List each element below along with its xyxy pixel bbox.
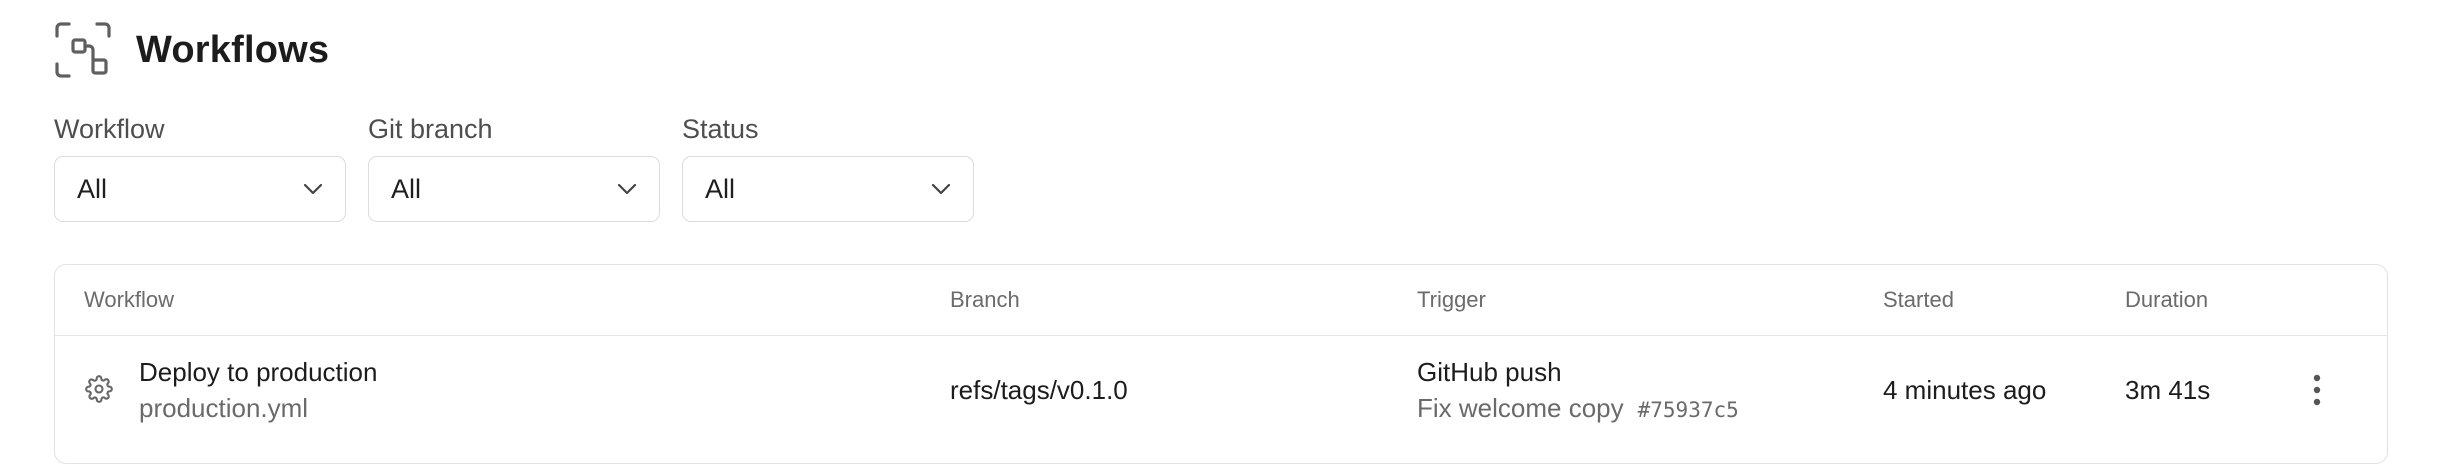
more-vertical-icon[interactable] xyxy=(2305,372,2329,408)
workflows-icon xyxy=(54,21,112,79)
workflow-name[interactable]: Deploy to production xyxy=(139,356,377,388)
status-filter-label: Status xyxy=(682,114,759,144)
status-select-value: All xyxy=(705,173,736,204)
chevron-down-icon xyxy=(617,183,637,195)
trigger-title: GitHub push xyxy=(1417,357,1562,387)
chevron-down-icon xyxy=(931,183,951,195)
gear-icon xyxy=(85,375,113,403)
column-header-branch: Branch xyxy=(950,287,1020,312)
run-duration: 3m 41s xyxy=(2125,375,2211,405)
column-header-workflow: Workflow xyxy=(84,287,175,312)
column-header-trigger: Trigger xyxy=(1417,287,1486,312)
workflow-select[interactable]: All xyxy=(54,156,346,222)
started-time: 4 minutes ago xyxy=(1883,375,2047,405)
branch-name: refs/tags/v0.1.0 xyxy=(950,375,1128,405)
git-branch-filter-label: Git branch xyxy=(368,114,493,144)
column-header-started: Started xyxy=(1883,287,1954,312)
trigger-details: Fix welcome copy #75937c5 xyxy=(1417,392,1739,426)
status-select[interactable]: All xyxy=(682,156,974,222)
commit-sha[interactable]: #75937c5 xyxy=(1638,398,1739,422)
commit-message: Fix welcome copy xyxy=(1417,393,1624,423)
workflow-filter: Workflow All xyxy=(54,112,346,222)
chevron-down-icon xyxy=(303,183,323,195)
git-branch-select-value: All xyxy=(391,173,422,204)
workflow-select-value: All xyxy=(77,173,108,204)
table-header: Workflow Branch Trigger Started Duration xyxy=(55,265,2387,336)
table-row[interactable]: Deploy to production production.yml refs… xyxy=(55,336,2387,446)
column-header-duration: Duration xyxy=(2125,287,2209,312)
filter-bar: Workflow All Git branch All Status All xyxy=(54,112,974,222)
workflow-filter-label: Workflow xyxy=(54,114,165,144)
page-header: Workflows xyxy=(54,22,329,78)
status-filter: Status All xyxy=(682,112,974,222)
workflows-table: Workflow Branch Trigger Started Duration… xyxy=(54,264,2388,464)
git-branch-filter: Git branch All xyxy=(368,112,660,222)
git-branch-select[interactable]: All xyxy=(368,156,660,222)
workflow-file: production.yml xyxy=(139,393,309,423)
page-title: Workflows xyxy=(136,28,330,71)
